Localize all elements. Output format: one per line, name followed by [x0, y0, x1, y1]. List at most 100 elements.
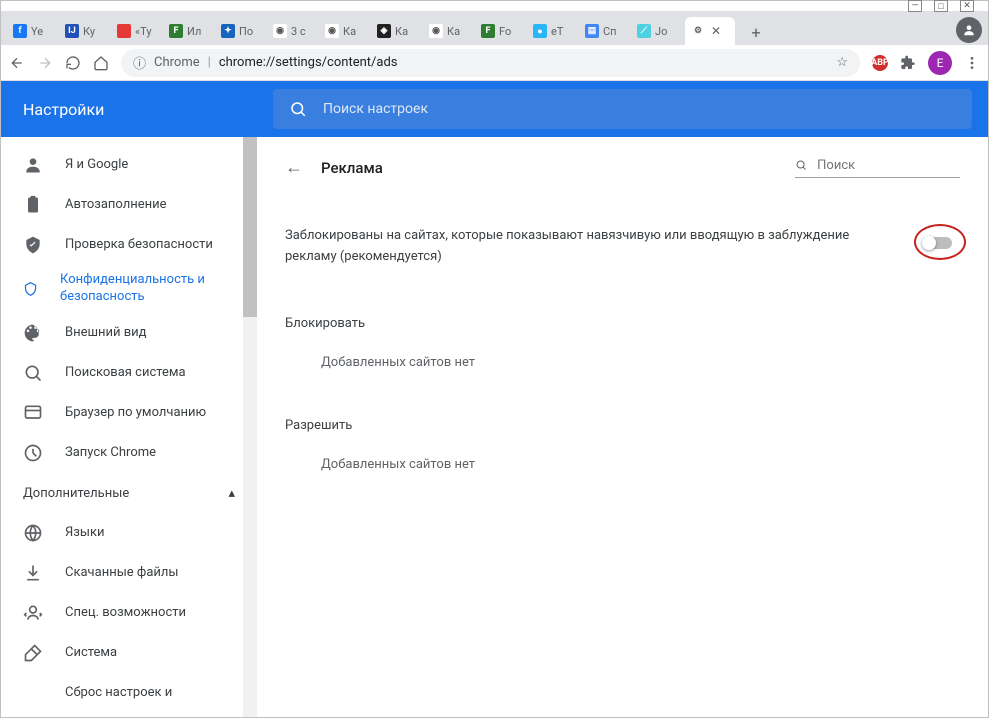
sidebar-item-label: Конфиденциальность и безопасность [60, 272, 235, 306]
url-text: chrome://settings/content/ads [219, 55, 398, 70]
sidebar-item[interactable]: Языки [1, 513, 257, 553]
browser-tab[interactable]: ◉3 с [267, 17, 317, 45]
window-maximize[interactable]: □ [934, 0, 948, 12]
browser-tab[interactable]: ◉Ка [319, 17, 369, 45]
browser-tab[interactable]: ▤Сп [579, 17, 629, 45]
sidebar-icon [23, 563, 43, 583]
sidebar-item[interactable]: Браузер по умолчанию [1, 393, 257, 433]
back-icon[interactable] [9, 55, 25, 71]
window-minimize[interactable]: — [908, 0, 922, 12]
sidebar-item[interactable]: Конфиденциальность и безопасность [1, 265, 257, 313]
block-empty-text: Добавленных сайтов нет [285, 355, 960, 370]
allow-section-label: Разрешить [285, 418, 960, 433]
abp-extension-icon[interactable]: ABP [872, 55, 888, 71]
block-section-label: Блокировать [285, 316, 960, 331]
tab-label: Ку [83, 25, 95, 38]
forward-icon[interactable] [37, 55, 53, 71]
settings-main: ← Реклама Заблокированы на сайтах, котор… [257, 137, 988, 717]
tab-label: Ye [31, 25, 43, 38]
tab-label: Ка [395, 25, 408, 38]
sidebar-item[interactable]: Я и Google [1, 145, 257, 185]
sidebar-item-label: Проверка безопасности [65, 237, 213, 254]
ads-toggle-row: Заблокированы на сайтах, которые показыв… [285, 226, 960, 268]
tab-settings-active[interactable]: ⚙ ✕ [685, 17, 735, 45]
sidebar-item[interactable]: Скачанные файлы [1, 553, 257, 593]
extensions-icon[interactable] [900, 55, 916, 71]
ads-toggle[interactable] [922, 232, 960, 254]
sidebar-icon [23, 323, 43, 343]
tab-label: По [239, 25, 253, 38]
bookmark-icon[interactable]: ☆ [836, 55, 848, 70]
favicon [117, 24, 131, 38]
browser-tab[interactable]: ●eT [527, 17, 577, 45]
sidebar-item-label: Запуск Chrome [65, 445, 156, 462]
new-tab-button[interactable]: + [743, 19, 769, 45]
omnibox[interactable]: ⓘ Chrome | chrome://settings/content/ads… [121, 49, 860, 77]
sidebar-item[interactable]: Проверка безопасности [1, 225, 257, 265]
page-search[interactable] [795, 158, 960, 178]
sidebar-item-label: Сброс настроек и [65, 685, 172, 702]
sidebar-icon [23, 683, 43, 703]
browser-tab[interactable]: f Ye [7, 17, 57, 45]
sidebar-icon [23, 363, 43, 383]
window-close[interactable]: ✕ [960, 0, 974, 12]
browser-tab[interactable]: IJКу [59, 17, 109, 45]
browser-tab[interactable]: FИл [163, 17, 213, 45]
browser-tab[interactable]: ◈ Ка [371, 17, 421, 45]
sidebar-item[interactable]: Автозаполнение [1, 185, 257, 225]
sidebar-scrollbar[interactable] [243, 137, 257, 717]
browser-tab[interactable]: F Fo [475, 17, 525, 45]
sidebar-item-label: Спец. возможности [65, 605, 186, 622]
search-icon [289, 100, 307, 118]
sidebar-icon [23, 195, 43, 215]
site-info-icon: ⓘ [133, 53, 146, 72]
close-icon[interactable]: ✕ [711, 24, 721, 38]
tab-label: Ка [447, 25, 460, 38]
page-search-input[interactable] [817, 158, 960, 173]
profile-tab-icon[interactable] [956, 17, 982, 43]
tab-label: Jo [655, 25, 667, 38]
sidebar-item[interactable]: Сброс настроек и [1, 673, 257, 713]
favicon: ◈ [377, 24, 391, 38]
sidebar-item[interactable]: Спец. возможности [1, 593, 257, 633]
sidebar-icon [23, 523, 43, 543]
appbar-title: Настройки [1, 100, 257, 119]
browser-tab[interactable]: «Ту [111, 17, 161, 45]
sidebar-item-label: Браузер по умолчанию [65, 405, 206, 422]
sidebar-icon [23, 155, 43, 175]
sidebar-item[interactable]: Система [1, 633, 257, 673]
back-button[interactable]: ← [285, 157, 303, 178]
browser-tab[interactable]: ✦ По [215, 17, 265, 45]
settings-appbar: Настройки [1, 81, 988, 137]
profile-avatar[interactable]: E [928, 51, 952, 75]
settings-sidebar: Я и GoogleАвтозаполнение Проверка безопас… [1, 137, 257, 717]
settings-search-input[interactable] [323, 101, 956, 117]
browser-tab[interactable]: ◉Ка [423, 17, 473, 45]
window-titlebar: — □ ✕ [1, 1, 988, 11]
home-icon[interactable] [93, 55, 109, 71]
settings-search-box[interactable] [273, 89, 972, 129]
gear-icon: ⚙ [691, 24, 705, 38]
sidebar-advanced-toggle[interactable]: Дополнительные ▴ [1, 473, 257, 513]
menu-icon[interactable] [964, 55, 980, 71]
tab-label: Fo [499, 25, 511, 38]
sidebar-item-label: Скачанные файлы [65, 565, 179, 582]
favicon: ✦ [221, 24, 235, 38]
browser-tab[interactable]: ⟋ Jo [631, 17, 681, 45]
favicon: ● [533, 24, 547, 38]
sidebar-icon [23, 403, 43, 423]
favicon: ⟋ [637, 24, 651, 38]
favicon: f [13, 24, 27, 38]
tab-label: 3 с [291, 25, 306, 38]
sidebar-item[interactable]: Поисковая система [1, 353, 257, 393]
reload-icon[interactable] [65, 55, 81, 71]
favicon: F [481, 24, 495, 38]
tab-label: «Ту [135, 25, 152, 38]
sidebar-item[interactable]: Запуск Chrome [1, 433, 257, 473]
sidebar-icon [23, 643, 43, 663]
tab-strip: fYeIJКу«ТуFИл✦По◉3 с◉Ка◈Ка◉КаFFo●eT▤Сп⟋J… [1, 11, 988, 45]
sidebar-icon [23, 443, 43, 463]
tab-label: Сп [603, 25, 617, 38]
sidebar-item-label: Языки [65, 525, 105, 542]
sidebar-item[interactable]: Внешний вид [1, 313, 257, 353]
